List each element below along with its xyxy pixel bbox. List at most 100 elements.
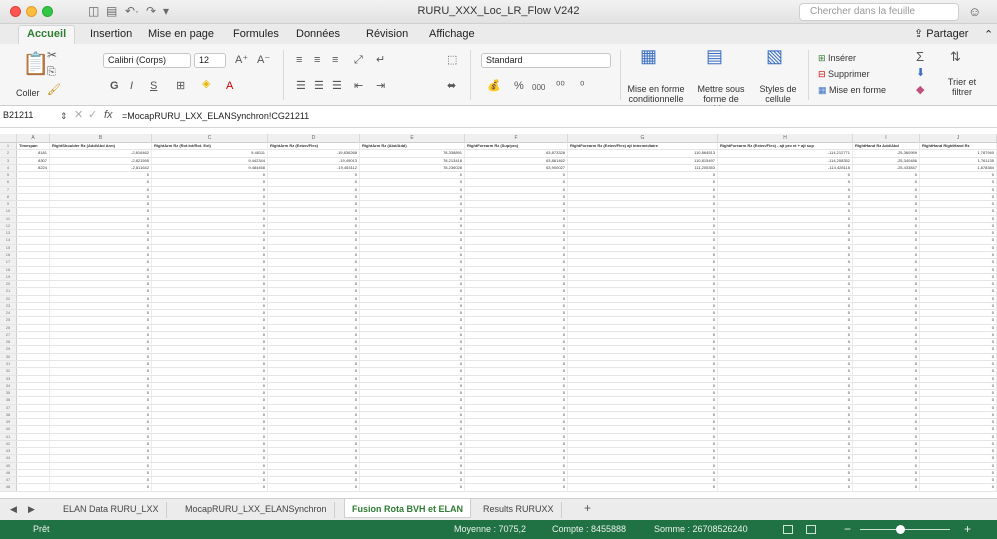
data-cell[interactable]: 0 xyxy=(152,288,268,295)
data-cell[interactable]: 0 xyxy=(718,295,853,302)
data-cell[interactable]: 0 xyxy=(920,317,997,324)
data-cell[interactable]: 0 xyxy=(360,390,465,397)
data-cell[interactable]: 0 xyxy=(718,179,853,186)
data-cell[interactable] xyxy=(17,462,50,469)
data-cell[interactable]: 0 xyxy=(718,317,853,324)
row-number[interactable]: 39 xyxy=(0,419,17,426)
data-cell[interactable]: 0 xyxy=(360,346,465,353)
data-cell[interactable]: 0 xyxy=(465,353,568,360)
data-cell[interactable]: 0 xyxy=(853,440,920,448)
data-cell[interactable]: 0 xyxy=(568,404,718,411)
data-cell[interactable]: 0 xyxy=(718,237,853,244)
data-cell[interactable]: 0 xyxy=(920,390,997,397)
data-cell[interactable]: 0 xyxy=(920,172,997,179)
data-cell[interactable]: 0 xyxy=(920,368,997,375)
data-cell[interactable]: 0 xyxy=(853,469,920,477)
data-cell[interactable]: 0 xyxy=(50,172,152,179)
data-cell[interactable]: 0 xyxy=(50,397,152,404)
data-cell[interactable]: 0 xyxy=(718,346,853,353)
data-cell[interactable]: 0 xyxy=(360,251,465,259)
data-cell[interactable] xyxy=(17,244,50,251)
data-cell[interactable]: 0 xyxy=(920,251,997,259)
zoom-slider-track[interactable] xyxy=(860,529,950,530)
row-number[interactable]: 12 xyxy=(0,222,17,230)
confirm-entry-icon[interactable]: ✓ xyxy=(88,109,97,122)
data-cell[interactable]: 0 xyxy=(268,353,360,360)
row-number[interactable]: 26 xyxy=(0,324,17,331)
data-cell[interactable]: 0 xyxy=(568,237,718,244)
data-cell[interactable]: 78,213418 xyxy=(360,157,465,164)
scroll-tabs-left-icon[interactable]: ◀ xyxy=(10,503,17,516)
data-cell[interactable]: 0 xyxy=(152,295,268,302)
sort-filter-button[interactable]: Trier et filtrer xyxy=(942,77,982,97)
data-cell[interactable]: 0 xyxy=(465,281,568,288)
data-cell[interactable]: 0 xyxy=(50,411,152,419)
data-cell[interactable]: 0 xyxy=(568,353,718,360)
data-cell[interactable]: 0 xyxy=(268,193,360,201)
data-cell[interactable]: 0 xyxy=(152,462,268,469)
data-cell[interactable]: 0 xyxy=(920,324,997,331)
data-cell[interactable] xyxy=(17,382,50,390)
data-cell[interactable]: 0 xyxy=(920,259,997,266)
data-cell[interactable]: 0 xyxy=(360,455,465,462)
data-cell[interactable]: -2,821595 xyxy=(50,157,152,164)
data-cell[interactable]: 0 xyxy=(152,215,268,222)
data-cell[interactable]: 0 xyxy=(465,201,568,208)
align-middle-icon[interactable]: ≡ xyxy=(314,54,320,67)
data-cell[interactable]: 0 xyxy=(268,273,360,281)
data-cell[interactable]: 0 xyxy=(568,375,718,382)
row-number[interactable]: 11 xyxy=(0,215,17,222)
format-cells-button[interactable]: ▦ Mise en forme xyxy=(818,85,886,95)
format-painter-icon[interactable]: 🖌 xyxy=(47,84,61,97)
data-cell[interactable]: 0 xyxy=(465,390,568,397)
data-cell[interactable]: 0 xyxy=(920,237,997,244)
align-top-icon[interactable]: ≡ xyxy=(296,54,302,67)
data-cell[interactable]: 0 xyxy=(360,259,465,266)
data-cell[interactable]: 0 xyxy=(853,193,920,201)
data-cell[interactable]: 0 xyxy=(50,266,152,273)
column-header-b[interactable]: B xyxy=(50,134,152,143)
data-cell[interactable]: 0 xyxy=(50,346,152,353)
row-number[interactable]: 25 xyxy=(0,317,17,324)
data-cell[interactable]: 0 xyxy=(152,339,268,346)
data-cell[interactable] xyxy=(17,222,50,230)
data-cell[interactable]: 0 xyxy=(152,433,268,440)
data-cell[interactable]: 0 xyxy=(568,288,718,295)
data-cell[interactable]: 0 xyxy=(152,426,268,433)
data-cell[interactable]: 0 xyxy=(152,419,268,426)
column-title-cell[interactable]: RightShoulder Rz (Add/Abd Arm) xyxy=(50,143,152,150)
data-cell[interactable]: 0 xyxy=(568,331,718,339)
data-cell[interactable]: 0 xyxy=(50,215,152,222)
data-cell[interactable] xyxy=(17,259,50,266)
data-cell[interactable]: 0 xyxy=(568,310,718,317)
data-cell[interactable]: 0 xyxy=(360,310,465,317)
data-cell[interactable]: 0 xyxy=(718,448,853,455)
data-cell[interactable]: 0 xyxy=(360,331,465,339)
data-cell[interactable]: 0 xyxy=(360,368,465,375)
font-size-select[interactable]: 12 xyxy=(194,53,226,68)
data-cell[interactable]: 0 xyxy=(568,382,718,390)
column-title-cell[interactable]: RightArm Rz (Exten/Flex) xyxy=(268,143,360,150)
data-cell[interactable]: 63,900027 xyxy=(465,164,568,172)
data-cell[interactable]: 0 xyxy=(50,469,152,477)
data-cell[interactable] xyxy=(17,360,50,368)
insert-function-icon[interactable]: fx xyxy=(104,109,113,121)
data-cell[interactable]: 0 xyxy=(152,411,268,419)
row-number[interactable]: 30 xyxy=(0,353,17,360)
data-cell[interactable]: 0 xyxy=(718,273,853,281)
data-cell[interactable]: 0 xyxy=(718,222,853,230)
data-cell[interactable]: 0 xyxy=(718,397,853,404)
data-cell[interactable]: -114,212771 xyxy=(718,150,853,157)
data-cell[interactable]: 8181 xyxy=(17,150,50,157)
data-cell[interactable]: 0 xyxy=(465,462,568,469)
delete-cells-button[interactable]: ⊟ Supprimer xyxy=(818,69,870,79)
data-cell[interactable]: 0 xyxy=(268,172,360,179)
data-cell[interactable]: 0 xyxy=(268,426,360,433)
data-cell[interactable]: 0 xyxy=(465,237,568,244)
data-cell[interactable]: 0 xyxy=(920,477,997,484)
data-cell[interactable] xyxy=(17,310,50,317)
conditional-format-icon[interactable]: ▦ xyxy=(640,47,657,65)
data-cell[interactable]: 0 xyxy=(920,273,997,281)
column-title-cell[interactable]: RightForearm Rz (Exten/Flex) ajt intermé… xyxy=(568,143,718,150)
data-cell[interactable]: 0 xyxy=(718,193,853,201)
